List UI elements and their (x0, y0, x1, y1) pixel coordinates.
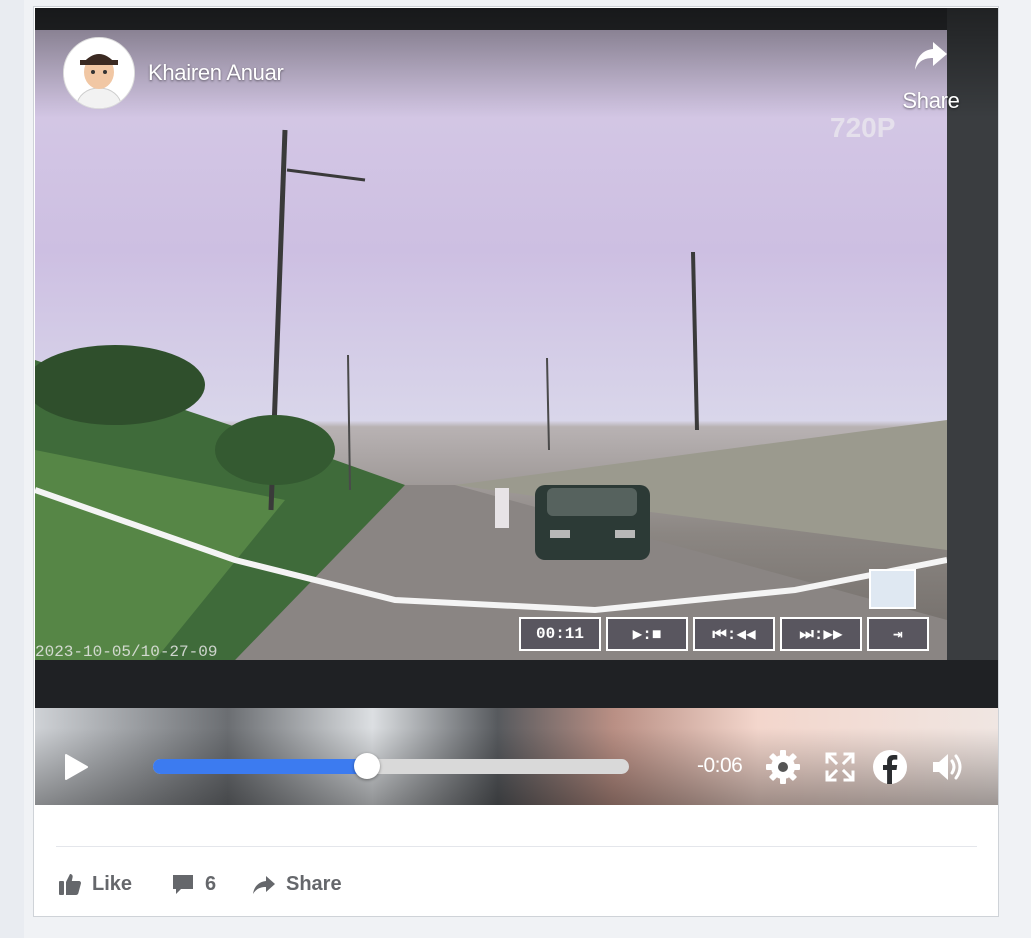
comment-button[interactable]: 6 (171, 869, 216, 899)
video-progress-fill (153, 759, 368, 774)
footer-divider (56, 846, 977, 847)
share-arrow-icon (915, 42, 947, 70)
video-share-button[interactable]: Share (893, 36, 969, 118)
volume-button[interactable] (929, 748, 967, 786)
author-name[interactable]: Khairen Anuar (148, 60, 284, 86)
dashcam-rewind: ⏮:◀◀ (693, 617, 775, 651)
play-button[interactable] (63, 753, 89, 781)
video-progress-bar[interactable] (153, 753, 629, 779)
facebook-icon (873, 750, 907, 784)
comment-count: 6 (205, 872, 217, 895)
avatar-icon (64, 38, 134, 108)
share-button[interactable]: Share (252, 869, 342, 899)
time-remaining: -0:06 (697, 754, 743, 777)
fullscreen-icon (825, 752, 855, 782)
play-icon (65, 754, 88, 780)
video-frame: 720P 2023-10-05/10-27-09 00:11 ▶:■ ⏮:◀◀ … (35, 30, 947, 660)
facebook-button[interactable] (871, 748, 909, 786)
settings-button[interactable] (764, 748, 802, 786)
author-avatar[interactable] (63, 37, 135, 109)
like-icon (59, 874, 81, 895)
like-label: Like (92, 872, 133, 895)
settings-icon (766, 750, 800, 784)
like-button[interactable]: Like (58, 869, 132, 899)
volume-icon (933, 754, 962, 780)
video-progress-thumb[interactable] (354, 753, 381, 779)
share-arrow-icon (253, 876, 275, 894)
fullscreen-button[interactable] (821, 748, 859, 786)
comment-icon (173, 875, 193, 894)
video-scene (35, 129, 947, 660)
post-card: 720P 2023-10-05/10-27-09 00:11 ▶:■ ⏮:◀◀ … (33, 6, 999, 917)
video-player[interactable]: 720P 2023-10-05/10-27-09 00:11 ▶:■ ⏮:◀◀ … (35, 8, 998, 805)
page-left-strip (0, 0, 24, 938)
dashcam-forward: ⏭:▶▶ (780, 617, 862, 651)
video-share-label: Share (902, 88, 960, 113)
share-label: Share (286, 872, 342, 895)
dashcam-timestamp: 2023-10-05/10-27-09 (35, 643, 218, 660)
dashcam-counter: 00:11 (519, 617, 601, 651)
dashcam-play-stop: ▶:■ (606, 617, 688, 651)
dashcam-exit: ⇥ (867, 617, 929, 651)
